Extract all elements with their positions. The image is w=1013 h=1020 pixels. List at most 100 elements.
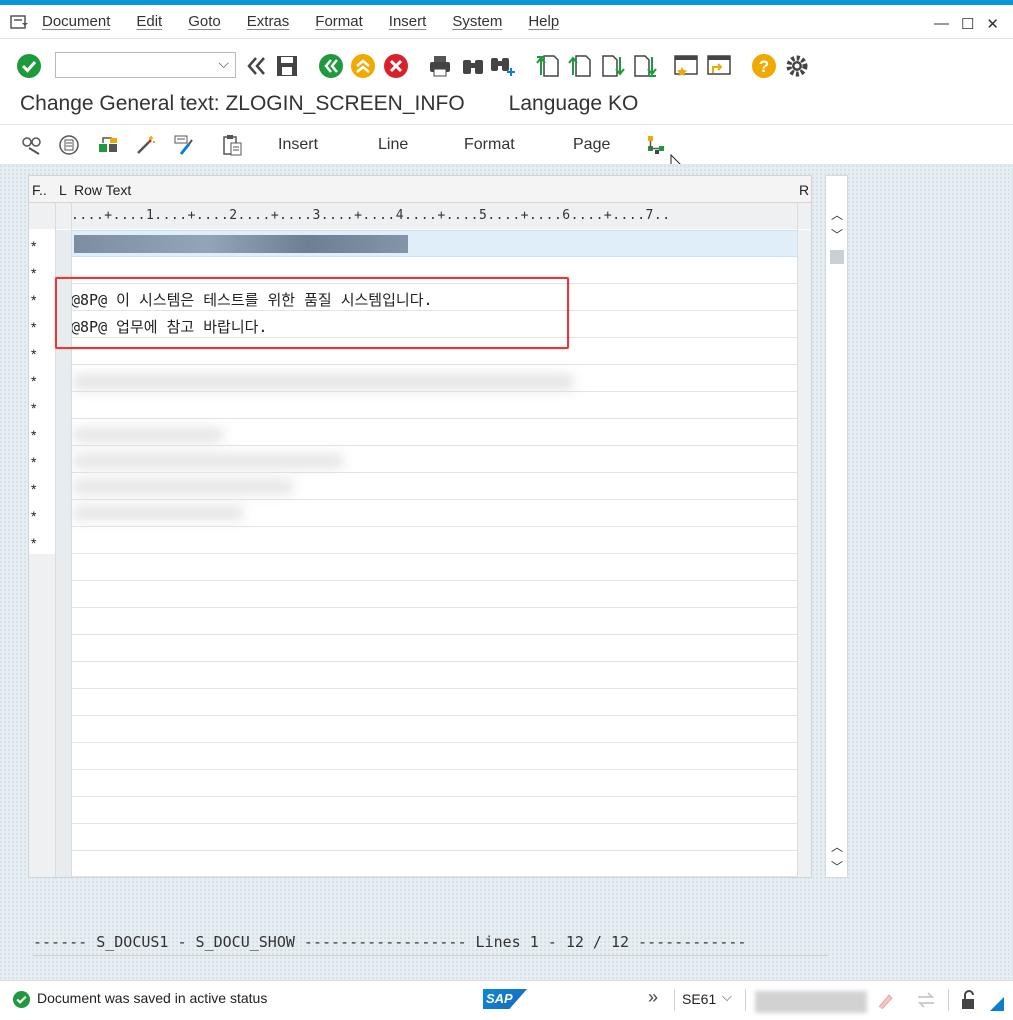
find-icon[interactable] bbox=[460, 52, 486, 80]
clipboard-icon[interactable] bbox=[220, 133, 244, 157]
transaction-code[interactable]: SE61 bbox=[682, 991, 716, 1007]
gear-icon[interactable] bbox=[784, 52, 810, 80]
ruler-text: ....+....1....+....2....+....3....+....4… bbox=[71, 208, 671, 223]
format-cell[interactable]: * bbox=[29, 230, 55, 257]
format-cell[interactable]: * bbox=[29, 500, 55, 527]
enter-icon[interactable] bbox=[16, 52, 42, 80]
pencil-icon bbox=[878, 994, 893, 1009]
window-controls: — ☐ ✕ bbox=[934, 15, 999, 33]
empty-row[interactable] bbox=[29, 824, 811, 851]
scroll-down-icon[interactable]: ﹀ bbox=[831, 226, 843, 243]
scroll-thumb[interactable] bbox=[830, 250, 844, 264]
print-icon[interactable] bbox=[427, 52, 453, 80]
hierarchy-icon[interactable] bbox=[644, 133, 668, 157]
close-button[interactable]: ✕ bbox=[986, 15, 999, 33]
command-field[interactable]: ⌵ bbox=[55, 52, 236, 78]
redacted-text bbox=[74, 235, 408, 253]
menu-goto[interactable]: Goto bbox=[188, 13, 221, 30]
menu-insert[interactable]: Insert bbox=[389, 13, 427, 30]
empty-row[interactable] bbox=[29, 689, 811, 716]
menu-format[interactable]: Format bbox=[315, 13, 363, 30]
transfer-icon bbox=[917, 992, 935, 1008]
minimize-button[interactable]: — bbox=[934, 15, 949, 33]
empty-row[interactable] bbox=[29, 770, 811, 797]
create-session-icon[interactable] bbox=[673, 52, 699, 80]
status-message[interactable]: Document was saved in active status bbox=[37, 990, 267, 1006]
redacted-text bbox=[73, 428, 223, 442]
page-button[interactable]: Page bbox=[573, 136, 610, 154]
insert-button[interactable]: Insert bbox=[278, 136, 318, 154]
menu-system[interactable]: System bbox=[452, 13, 502, 30]
format-cell[interactable]: * bbox=[29, 446, 55, 473]
double-chevron-right-icon[interactable]: » bbox=[648, 987, 658, 1008]
format-cell[interactable]: * bbox=[29, 257, 55, 284]
vertical-scrollbar[interactable]: ︿ ﹀ ︿ ﹀ bbox=[825, 175, 848, 878]
column-header-l[interactable]: L bbox=[59, 182, 67, 198]
format-cell[interactable]: * bbox=[29, 284, 55, 311]
previous-page-icon[interactable] bbox=[567, 52, 593, 80]
row-text-cell[interactable] bbox=[71, 527, 797, 554]
exit-icon[interactable] bbox=[350, 52, 376, 80]
redacted-system-info bbox=[755, 991, 867, 1013]
empty-row[interactable] bbox=[29, 662, 811, 689]
back-icon[interactable] bbox=[318, 52, 344, 80]
magic-wand-icon[interactable] bbox=[134, 133, 158, 157]
table-row[interactable]: * bbox=[29, 392, 811, 419]
menu-edit[interactable]: Edit bbox=[136, 13, 162, 30]
format-cell[interactable]: * bbox=[29, 365, 55, 392]
format-cell[interactable]: * bbox=[29, 527, 55, 554]
shortcut-icon[interactable] bbox=[706, 52, 732, 80]
format-cell[interactable]: * bbox=[29, 311, 55, 338]
last-page-icon[interactable] bbox=[632, 52, 658, 80]
row-text-cell[interactable] bbox=[71, 392, 797, 419]
maximize-button[interactable]: ☐ bbox=[961, 15, 974, 33]
format-painter-icon[interactable] bbox=[172, 133, 196, 157]
cancel-icon[interactable] bbox=[383, 52, 409, 80]
column-header-r[interactable]: R bbox=[799, 182, 809, 198]
next-page-icon[interactable] bbox=[600, 52, 626, 80]
format-button[interactable]: Format bbox=[464, 136, 515, 154]
resize-grip-icon[interactable] bbox=[990, 997, 1004, 1011]
scroll-up-icon[interactable]: ︿ bbox=[831, 206, 843, 223]
help-icon[interactable]: ? bbox=[751, 52, 777, 80]
document-status-line: ------ S_DOCUS1 - S_DOCU_SHOW ----------… bbox=[33, 933, 747, 951]
empty-row[interactable] bbox=[29, 635, 811, 662]
other-document-icon[interactable] bbox=[57, 133, 81, 157]
scroll-down-icon[interactable]: ﹀ bbox=[831, 858, 843, 875]
page-title: Change General text: ZLOGIN_SCREEN_INFO L… bbox=[20, 92, 638, 116]
column-header-format[interactable]: F.. bbox=[32, 182, 47, 198]
empty-row[interactable] bbox=[29, 554, 811, 581]
menu-help[interactable]: Help bbox=[528, 13, 559, 30]
first-page-icon[interactable] bbox=[535, 52, 561, 80]
table-header: F.. L Row Text R bbox=[29, 176, 811, 203]
find-next-icon[interactable] bbox=[490, 52, 516, 80]
table-row[interactable]: * bbox=[29, 527, 811, 554]
column-header-row-text[interactable]: Row Text bbox=[74, 182, 131, 198]
scroll-up-icon[interactable]: ︿ bbox=[831, 838, 843, 855]
empty-row[interactable] bbox=[29, 743, 811, 770]
empty-row[interactable] bbox=[29, 797, 811, 824]
empty-row[interactable] bbox=[29, 581, 811, 608]
menu-document[interactable]: Document bbox=[42, 13, 110, 30]
empty-row[interactable] bbox=[29, 608, 811, 635]
chevron-down-icon[interactable]: ⌵ bbox=[722, 989, 732, 1005]
format-cell[interactable]: * bbox=[29, 392, 55, 419]
redacted-text bbox=[73, 454, 343, 468]
svg-text:?: ? bbox=[759, 57, 769, 76]
app-menu-icon[interactable] bbox=[10, 14, 30, 30]
format-cell[interactable]: * bbox=[29, 473, 55, 500]
format-cell[interactable]: * bbox=[29, 419, 55, 446]
menu-extras[interactable]: Extras bbox=[247, 13, 290, 30]
menu-bar: Document Edit Goto Extras Format Insert … bbox=[0, 5, 1013, 39]
selected-row-highlight bbox=[71, 230, 798, 257]
line-button[interactable]: Line bbox=[378, 136, 408, 154]
empty-row[interactable] bbox=[29, 716, 811, 743]
lock-icon[interactable] bbox=[958, 990, 978, 1010]
empty-row[interactable] bbox=[29, 851, 811, 877]
chevron-down-icon[interactable]: ⌵ bbox=[218, 55, 229, 72]
double-chevron-left-icon[interactable] bbox=[244, 52, 270, 80]
transport-icon[interactable] bbox=[96, 133, 120, 157]
format-cell[interactable]: * bbox=[29, 338, 55, 365]
display-change-icon[interactable] bbox=[20, 133, 44, 157]
save-icon[interactable] bbox=[274, 52, 300, 80]
